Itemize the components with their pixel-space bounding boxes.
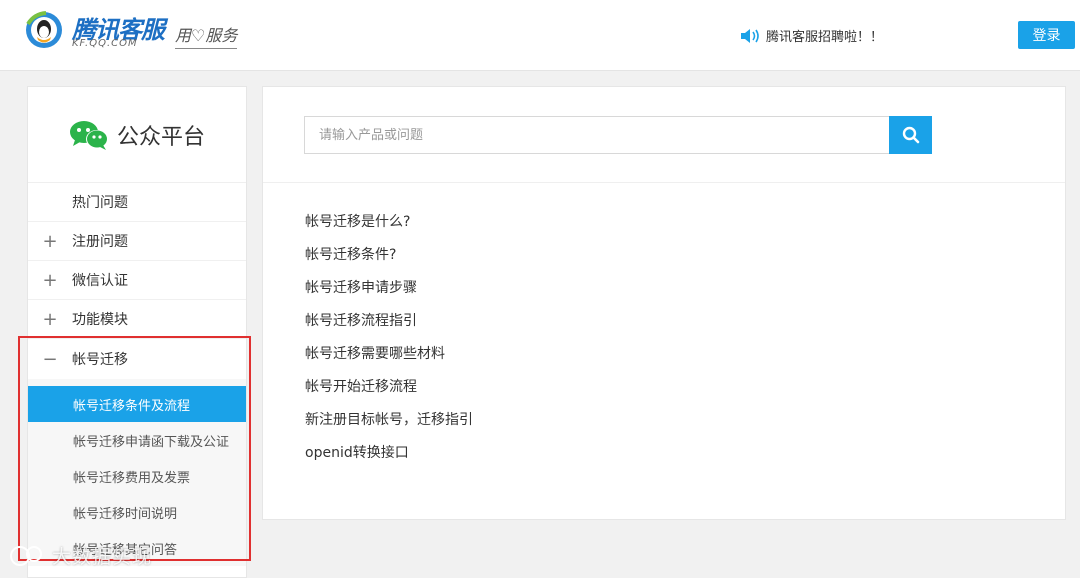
sidebar-brand-label: 公众平台: [116, 124, 205, 150]
login-button[interactable]: 登录: [1018, 21, 1075, 49]
sidebar-item-register[interactable]: + 注册问题: [28, 222, 246, 261]
sidebar-item-verify[interactable]: + 微信认证: [28, 261, 246, 300]
watermark: 大数据实现: [8, 542, 152, 569]
search-input[interactable]: [304, 116, 890, 154]
sidebar-item-modules[interactable]: + 功能模块: [28, 300, 246, 339]
sidebar-item-hot[interactable]: 热门问题: [28, 183, 246, 222]
plus-icon[interactable]: +: [28, 270, 72, 291]
question-link[interactable]: 帐号迁移需要哪些材料: [305, 343, 1065, 376]
logo-subtext: KF.QQ.COM: [72, 38, 138, 49]
question-link[interactable]: 帐号迁移是什么?: [305, 211, 1065, 244]
sidebar-item-label: 功能模块: [72, 312, 128, 328]
speaker-icon: [741, 28, 759, 43]
sidebar: 公众平台 热门问题 + 注册问题 + 微信认证 + 功能模块 − 帐号迁移 帐号…: [27, 86, 247, 578]
question-link[interactable]: openid转换接口: [305, 442, 1065, 475]
sidebar-item-label: 热门问题: [72, 195, 128, 211]
tencent-service-logo-icon[interactable]: [24, 10, 64, 50]
recruit-notice[interactable]: 腾讯客服招聘啦！！: [740, 26, 883, 45]
question-list: 帐号迁移是什么? 帐号迁移条件? 帐号迁移申请步骤 帐号迁移流程指引 帐号迁移需…: [263, 183, 1065, 475]
search-area: [263, 87, 1065, 183]
minus-icon[interactable]: −: [28, 349, 72, 370]
main-content: 帐号迁移是什么? 帐号迁移条件? 帐号迁移申请步骤 帐号迁移流程指引 帐号迁移需…: [262, 86, 1066, 520]
notice-text[interactable]: 腾讯客服招聘啦！！: [766, 26, 883, 45]
watermark-text: 大数据实现: [52, 546, 153, 568]
slogan: 用♡服务: [175, 22, 238, 49]
top-header: 腾讯客服 KF.QQ.COM 用♡服务 腾讯客服招聘啦！！ 登录: [0, 0, 1080, 71]
question-link[interactable]: 帐号迁移申请步骤: [305, 277, 1065, 310]
plus-icon[interactable]: +: [28, 309, 72, 330]
submenu-item-active[interactable]: 帐号迁移条件及流程: [28, 386, 246, 422]
sidebar-brand: 公众平台: [28, 87, 246, 183]
migration-submenu: 帐号迁移条件及流程 帐号迁移申请函下载及公证 帐号迁移费用及发票 帐号迁移时间说…: [28, 379, 246, 566]
watermark-logo-icon: [10, 545, 42, 566]
submenu-item[interactable]: 帐号迁移时间说明: [28, 494, 246, 530]
question-link[interactable]: 帐号开始迁移流程: [305, 376, 1065, 409]
sidebar-item-label: 微信认证: [72, 273, 128, 289]
question-link[interactable]: 帐号迁移流程指引: [305, 310, 1065, 343]
sidebar-item-label: 帐号迁移: [72, 352, 128, 368]
question-link[interactable]: 帐号迁移条件?: [305, 244, 1065, 277]
plus-icon[interactable]: +: [28, 231, 72, 252]
sidebar-item-label: 注册问题: [72, 234, 128, 250]
wechat-icon: [69, 120, 108, 150]
submenu-item[interactable]: 帐号迁移费用及发票: [28, 458, 246, 494]
submenu-item[interactable]: 帐号迁移申请函下载及公证: [28, 422, 246, 458]
sidebar-item-migration[interactable]: − 帐号迁移: [28, 339, 246, 379]
search-button[interactable]: [889, 116, 932, 154]
search-icon: [902, 126, 919, 144]
question-link[interactable]: 新注册目标帐号，迁移指引: [305, 409, 1065, 442]
